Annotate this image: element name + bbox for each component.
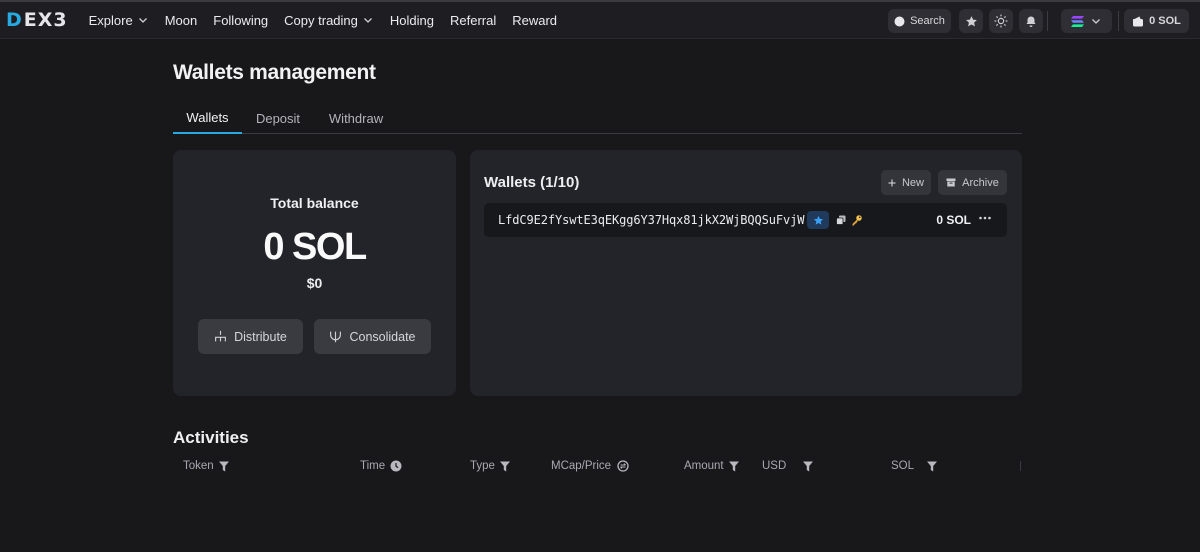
column-label: Amount [684,460,724,472]
search-icon [894,16,905,26]
nav-moon-label: Moon [164,12,198,28]
dex3-logo[interactable]: D EX3 [6,9,68,31]
column-header-sol[interactable]: SOL [891,460,938,472]
consolidate-label: Consolidate [349,329,416,344]
tab-deposit[interactable]: Deposit [242,103,314,133]
nav-referral[interactable]: Referral [442,1,504,39]
nav-moon[interactable]: Moon [157,1,206,39]
tab-withdraw[interactable]: Withdraw [314,103,398,133]
star-icon [965,15,977,26]
bell-icon [1026,16,1036,27]
key-icon[interactable] [851,214,863,226]
distribute-label: Distribute [234,329,287,344]
column-header-mcap-price[interactable]: MCap/Price [551,460,630,472]
logo-text: EX3 [23,9,68,31]
distribute-icon [215,330,227,342]
activities-title: Activities [173,428,249,447]
consolidate-icon [330,331,342,343]
nav-following[interactable]: Following [205,1,276,39]
filter-icon[interactable] [499,461,510,472]
nav-copy-trading[interactable]: Copy trading [276,1,382,39]
wallet-address[interactable]: LfdC9E2fYswtE3qEKgg6Y37Hqx81jkX2WjBQQSuF… [498,213,804,227]
wallet-row[interactable]: LfdC9E2fYswtE3qEKgg6Y37Hqx81jkX2WjBQQSuF… [484,203,1007,237]
column-header-type[interactable]: Type [470,460,510,472]
clock-icon[interactable] [390,460,402,472]
search-label: Search [910,15,945,27]
column-header-amount[interactable]: Amount [684,460,739,472]
main-nav: Explore Moon Following Copy trading Hold… [81,1,565,39]
nav-reward[interactable]: Reward [504,1,565,39]
tab-wallets[interactable]: Wallets [173,103,242,134]
page-title: Wallets management [173,61,376,84]
distribute-button[interactable]: Distribute [198,319,303,354]
column-label: SOL [891,460,915,472]
copy-icon[interactable] [836,215,846,225]
archive-icon [946,178,956,187]
plus-icon [888,179,896,186]
column-label: Time [360,460,386,472]
wallet-balance-label: 0 SOL [1149,15,1181,27]
new-wallet-button[interactable]: New [881,170,931,195]
column-label: MCap/Price [551,460,612,472]
more-options-icon[interactable] [979,216,991,220]
column-label: Token [183,460,214,472]
sun-icon [994,14,1008,28]
theme-toggle-button[interactable] [989,9,1013,33]
swap-icon[interactable] [616,460,630,472]
column-label: USD [762,460,787,472]
nav-explore-label: Explore [88,12,133,28]
nav-referral-label: Referral [449,12,497,28]
total-balance-card: Total balance 0 SOL $0 Distribute Consol… [173,150,456,396]
wallets-title: Wallets (1/10) [484,174,580,191]
archive-label: Archive [962,176,999,189]
chevron-down-icon [363,18,372,23]
network-selector[interactable] [1061,9,1112,33]
column-header-time[interactable]: Time [360,460,402,472]
topbar-divider [1118,11,1119,31]
total-balance-label: Total balance [270,195,359,211]
chevron-down-icon [1092,19,1100,24]
nav-holding[interactable]: Holding [382,1,442,39]
table-scroll-edge [1020,461,1021,471]
filter-icon[interactable] [728,461,739,472]
star-icon [813,215,823,225]
chevron-down-icon [138,18,147,23]
nav-explore[interactable]: Explore [81,1,157,39]
favorite-wallet-badge[interactable] [807,211,830,229]
new-wallet-label: New [901,176,924,189]
wallet-icon [1133,16,1144,26]
archive-button[interactable]: Archive [938,170,1007,195]
search-button[interactable]: Search [888,9,951,33]
wallet-balance-button[interactable]: 0 SOL [1124,9,1189,33]
nav-reward-label: Reward [512,12,558,28]
total-balance-usd: $0 [306,275,323,291]
total-balance-amount: 0 SOL [263,226,367,268]
nav-holding-label: Holding [389,12,434,28]
filter-icon[interactable] [803,461,814,472]
favorites-button[interactable] [959,9,983,33]
column-header-usd[interactable]: USD [762,460,814,472]
topbar-divider [1047,11,1048,31]
column-header-token[interactable]: Token [183,460,229,472]
consolidate-button[interactable]: Consolidate [314,319,431,354]
top-navbar: D EX3 Explore Moon Following Copy trading… [0,0,1200,39]
filter-icon[interactable] [218,461,229,472]
solana-icon [1071,15,1084,27]
column-label: Type [470,460,495,472]
wallet-balance: 0 SOL [936,213,971,227]
wallet-tabs: Wallets Deposit Withdraw [173,103,1022,134]
wallets-card: Wallets (1/10) New Archive LfdC9E2fYswtE… [470,150,1022,396]
logo-initial: D [6,9,23,31]
notifications-button[interactable] [1019,9,1043,33]
nav-copy-trading-label: Copy trading [284,12,358,28]
filter-icon[interactable] [927,461,938,472]
nav-following-label: Following [213,12,269,28]
